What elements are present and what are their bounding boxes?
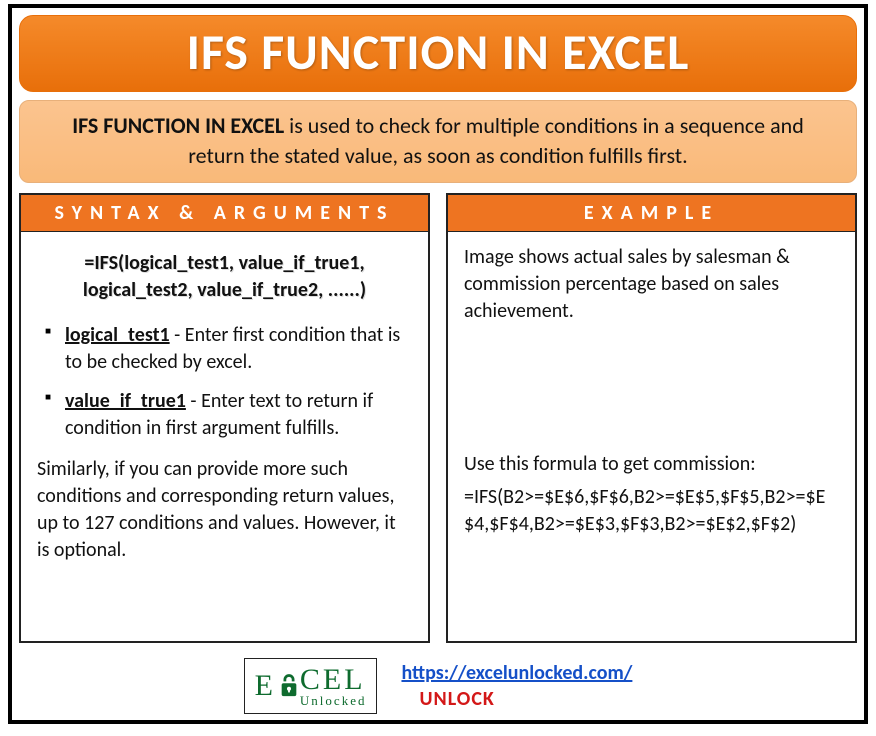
footer-links: https://excelunlocked.com/ UNLOCK [401,661,632,711]
syntax-header: SYNTAX & ARGUMENTS [21,195,428,232]
example-formula-label: Use this formula to get commission: [464,451,839,478]
syntax-note: Similarly, if you can provide more such … [37,456,412,564]
example-panel: EXAMPLE Image shows actual sales by sale… [446,193,857,643]
description-lead: IFS FUNCTION IN EXCEL [72,112,284,139]
argument-list: logical_test1 - Enter first condition th… [37,322,412,442]
footer: E CEL Unlocked https://excelunlocked.com… [12,658,864,714]
argument-item: logical_test1 - Enter first condition th… [43,322,412,376]
columns: SYNTAX & ARGUMENTS =IFS(logical_test1, v… [19,193,857,643]
syntax-body: =IFS(logical_test1, value_if_true1, logi… [21,232,428,578]
logo-subtext: Unlocked [300,693,367,709]
logo: E CEL Unlocked [244,658,378,714]
example-header: EXAMPLE [448,195,855,232]
example-intro: Image shows actual sales by salesman & c… [464,244,839,325]
logo-main: E CEL Unlocked [255,663,367,709]
argument-item: value_if_true1 - Enter text to return if… [43,388,412,442]
syntax-formula: =IFS(logical_test1, value_if_true1, logi… [37,250,412,304]
description-bar: IFS FUNCTION IN EXCEL is used to check f… [19,100,857,183]
padlock-icon [276,671,302,701]
logo-text-post: CEL [300,663,366,697]
page-title: IFS FUNCTION IN EXCEL [187,22,690,83]
logo-text-pre: E [255,669,276,703]
title-bar: IFS FUNCTION IN EXCEL [19,15,857,92]
site-link[interactable]: https://excelunlocked.com/ [401,661,632,685]
syntax-panel: SYNTAX & ARGUMENTS =IFS(logical_test1, v… [19,193,430,643]
document-frame: IFS FUNCTION IN EXCEL IFS FUNCTION IN EX… [8,4,868,724]
example-spacer [464,331,839,451]
argument-name: value_if_true1 [65,389,186,413]
unlock-label: UNLOCK [419,687,632,711]
argument-name: logical_test1 [65,323,170,347]
example-body: Image shows actual sales by salesman & c… [448,232,855,558]
example-formula: =IFS(B2>=$E$6,$F$6,B2>=$E$5,$F$5,B2>=$E$… [464,484,839,538]
